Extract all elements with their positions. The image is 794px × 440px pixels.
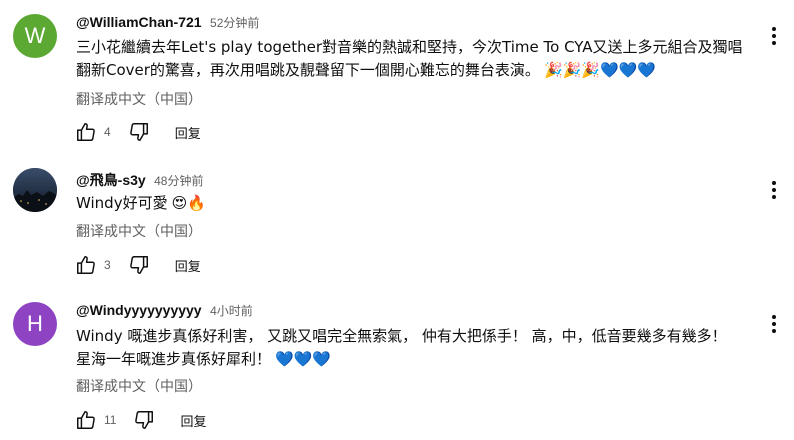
- reply-button[interactable]: 回复: [175, 123, 201, 142]
- dislike-button[interactable]: [132, 408, 156, 432]
- comment-time[interactable]: 4小时前: [210, 304, 253, 318]
- comment-text-line: Windy好可愛: [76, 194, 168, 212]
- dislike-button[interactable]: [127, 120, 151, 144]
- translate-link[interactable]: 翻译成中文（中国）: [76, 221, 202, 241]
- comment-text-line: Windy 嘅進步真係好利害， 又跳又唱完全無索氣， 仲有大把係手！ 高，中，低…: [76, 327, 727, 345]
- like-button[interactable]: [74, 120, 98, 144]
- comment-text-line-with-emoji: 翻新Cover的驚喜，再次用唱跳及靚聲留下一個開心難忘的舞台表演。 🎉🎉🎉💙💙💙: [76, 59, 756, 82]
- more-options-button[interactable]: [764, 312, 784, 336]
- like-count: 3: [104, 258, 111, 272]
- like-count: 11: [104, 413, 117, 427]
- comment-header: @飛鳥-s3y 48分钟前: [76, 170, 203, 190]
- avatar[interactable]: H: [13, 302, 57, 346]
- comment-header: @WilliamChan-721 52分钟前: [76, 14, 259, 32]
- author-name[interactable]: @Windyyyyyyyyyy: [76, 302, 202, 318]
- thumbs-down-icon: [135, 411, 154, 429]
- like-button[interactable]: [74, 253, 98, 277]
- comment-text: Windy 嘅進步真係好利害， 又跳又唱完全無索氣， 仲有大把係手！ 高，中，低…: [76, 325, 756, 371]
- reply-button[interactable]: 回复: [175, 256, 201, 275]
- comment-time[interactable]: 52分钟前: [210, 16, 259, 30]
- more-options-button[interactable]: [764, 178, 784, 202]
- thumbs-down-icon: [129, 256, 148, 274]
- comment-text-line: 三小花繼續去年Let's play together對音樂的熱誠和堅持，今次Ti…: [76, 38, 743, 56]
- emoji-group: 🎉🎉🎉💙💙💙: [543, 61, 656, 79]
- avatar[interactable]: [13, 168, 57, 212]
- comment-actions: 3 回复: [74, 253, 201, 277]
- comment-text-line-with-emoji: Windy好可愛 😍🔥: [76, 192, 756, 215]
- thumbs-up-icon: [77, 411, 95, 429]
- translate-link[interactable]: 翻译成中文（中国）: [76, 376, 202, 396]
- emoji-group: 💙💙💙: [275, 350, 332, 368]
- more-options-button[interactable]: [764, 24, 784, 48]
- avatar-photo: [13, 168, 57, 212]
- translate-link[interactable]: 翻译成中文（中国）: [76, 89, 202, 109]
- comment-text: Windy好可愛 😍🔥: [76, 192, 756, 215]
- comment-text-line: 星海一年嘅進步真係好犀利！: [76, 350, 272, 368]
- more-vert-icon: [772, 315, 776, 333]
- avatar-letter: H: [27, 311, 43, 336]
- like-count: 4: [104, 125, 111, 139]
- comment-time[interactable]: 48分钟前: [154, 174, 203, 188]
- author-name[interactable]: @WilliamChan-721: [76, 14, 202, 30]
- like-button[interactable]: [74, 408, 98, 432]
- avatar[interactable]: W: [13, 14, 57, 58]
- reply-button[interactable]: 回复: [180, 411, 206, 430]
- thumbs-down-icon: [129, 123, 148, 141]
- comment-text: 三小花繼續去年Let's play together對音樂的熱誠和堅持，今次Ti…: [76, 36, 756, 82]
- emoji-group: 😍🔥: [171, 194, 206, 212]
- comment-text-line: 翻新Cover的驚喜，再次用唱跳及靚聲留下一個開心難忘的舞台表演。: [76, 61, 540, 79]
- thumbs-up-icon: [77, 123, 95, 141]
- comment-text-line-with-emoji: 星海一年嘅進步真係好犀利！ 💙💙💙: [76, 348, 756, 371]
- more-vert-icon: [772, 27, 776, 45]
- more-vert-icon: [772, 181, 776, 199]
- dislike-button[interactable]: [127, 253, 151, 277]
- avatar-letter: W: [24, 23, 46, 48]
- comment-header: @Windyyyyyyyyyy 4小时前: [76, 302, 253, 320]
- comment-actions: 4 回复: [74, 120, 201, 144]
- thumbs-up-icon: [77, 256, 95, 274]
- author-name[interactable]: @飛鳥-s3y: [76, 172, 146, 188]
- comment-actions: 11 回复: [74, 408, 206, 432]
